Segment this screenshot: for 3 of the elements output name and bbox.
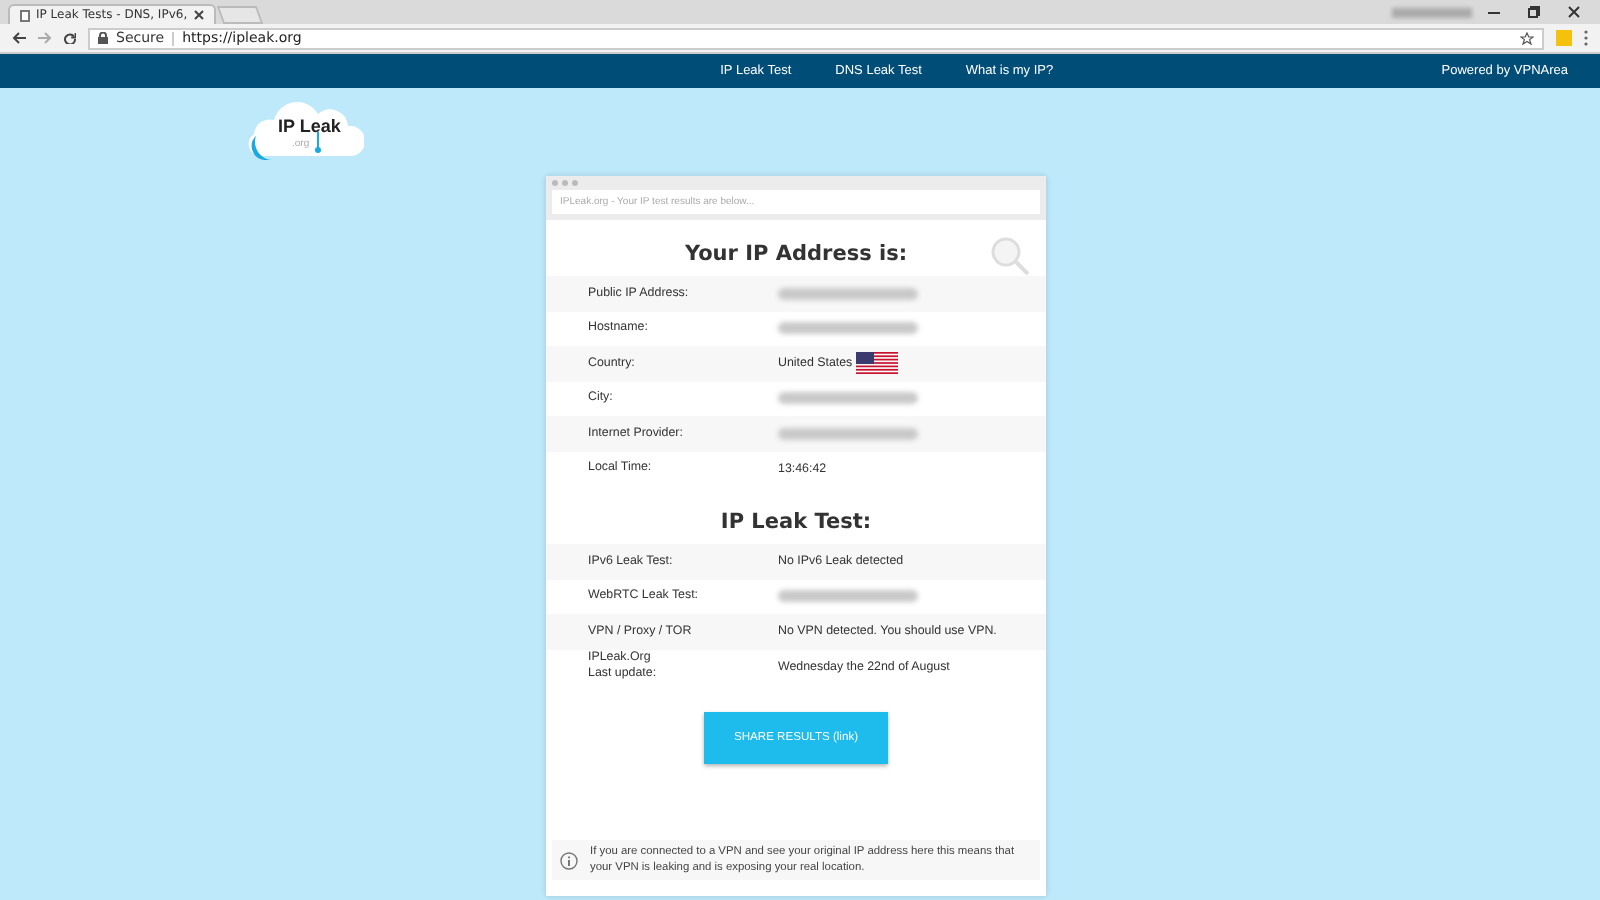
section-title: Your IP Address is: [682,242,910,266]
section-title: IP Leak Test: [718,510,874,534]
logo-text: IP Leak [278,116,341,136]
